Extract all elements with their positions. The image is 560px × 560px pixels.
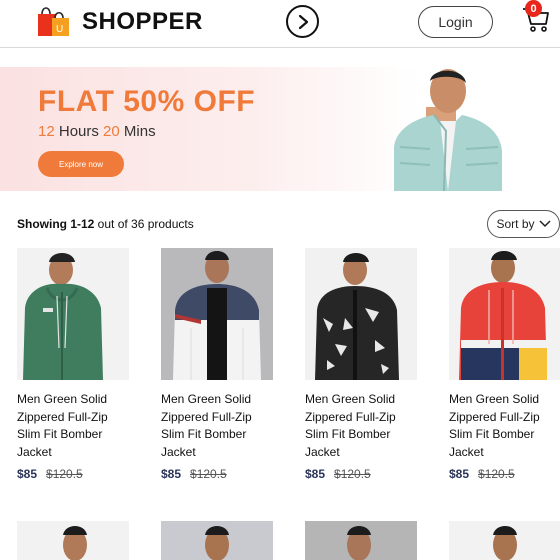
chevron-right-icon	[298, 14, 308, 29]
promo-banner: FLAT 50% OFF 12 Hours 20 Mins Explore no…	[0, 67, 560, 191]
product-photo-red-colorblock-jacket	[459, 251, 547, 380]
svg-text:U: U	[56, 24, 63, 35]
results-count: Showing 1-12 out of 36 products	[17, 217, 194, 231]
product-image[interactable]	[161, 521, 273, 560]
product-price: $85	[161, 467, 182, 481]
product-old-price: $120.5	[46, 467, 83, 481]
cart-count-badge: 0	[525, 0, 542, 17]
product-name[interactable]: Men Green Solid Zippered Full-Zip Slim F…	[449, 391, 560, 461]
product-card[interactable]: Men Green Solid Zippered Full-Zip Slim F…	[449, 248, 560, 481]
timer-hours: 12	[38, 123, 55, 140]
banner-model-image	[394, 69, 502, 191]
price-row: $85 $120.5	[449, 467, 560, 481]
results-range: Showing 1-12	[17, 217, 95, 231]
product-photo-green-jacket	[23, 253, 103, 380]
product-card[interactable]: Men Green Solid Zippered Full-Zip Slim F…	[17, 248, 129, 481]
product-card[interactable]: Men Green Solid Zippered Full-Zip Slim F…	[161, 248, 273, 481]
product-image[interactable]	[449, 521, 560, 560]
price-row: $85 $120.5	[17, 467, 129, 481]
brand-name: SHOPPER	[82, 8, 203, 35]
product-name[interactable]: Men Green Solid Zippered Full-Zip Slim F…	[17, 391, 129, 461]
banner-headline: FLAT 50% OFF	[38, 85, 256, 118]
product-card[interactable]: Men Green Solid Zippered Full-Zip Slim F…	[305, 248, 417, 481]
product-image[interactable]	[449, 248, 560, 380]
timer-hours-label: Hours	[54, 123, 104, 140]
product-photo-partial	[63, 526, 87, 560]
product-image[interactable]	[17, 521, 129, 560]
product-price: $85	[17, 467, 38, 481]
results-total: out of 36 products	[94, 217, 194, 231]
price-row: $85 $120.5	[305, 467, 417, 481]
product-photo-camo-jacket	[315, 253, 399, 380]
product-old-price: $120.5	[334, 467, 371, 481]
product-image[interactable]	[305, 521, 417, 560]
price-row: $85 $120.5	[161, 467, 273, 481]
timer-mins: 20	[103, 123, 120, 140]
shopping-bag-logo-icon: U	[38, 7, 69, 36]
product-photo-partial	[205, 526, 229, 560]
product-photo-partial	[347, 526, 371, 560]
product-old-price: $120.5	[190, 467, 227, 481]
product-image[interactable]	[17, 248, 129, 380]
product-old-price: $120.5	[478, 467, 515, 481]
top-header: U SHOPPER Login 0	[0, 0, 560, 48]
banner-timer: 12 Hours 20 Mins	[38, 123, 156, 140]
product-price: $85	[305, 467, 326, 481]
product-image[interactable]	[305, 248, 417, 380]
product-price: $85	[449, 467, 470, 481]
product-photo-white-navy-jacket	[173, 251, 261, 380]
product-photo-partial	[493, 526, 517, 560]
timer-mins-label: Mins	[119, 123, 156, 140]
sort-by-dropdown[interactable]: Sort by	[487, 210, 560, 238]
product-image[interactable]	[161, 248, 273, 380]
explore-now-button[interactable]: Explore now	[38, 151, 124, 177]
product-name[interactable]: Men Green Solid Zippered Full-Zip Slim F…	[305, 391, 417, 461]
product-name[interactable]: Men Green Solid Zippered Full-Zip Slim F…	[161, 391, 273, 461]
login-button[interactable]: Login	[418, 6, 493, 38]
sort-by-label: Sort by	[496, 217, 535, 231]
next-arrow-button[interactable]	[286, 5, 319, 38]
chevron-down-icon	[538, 220, 551, 228]
